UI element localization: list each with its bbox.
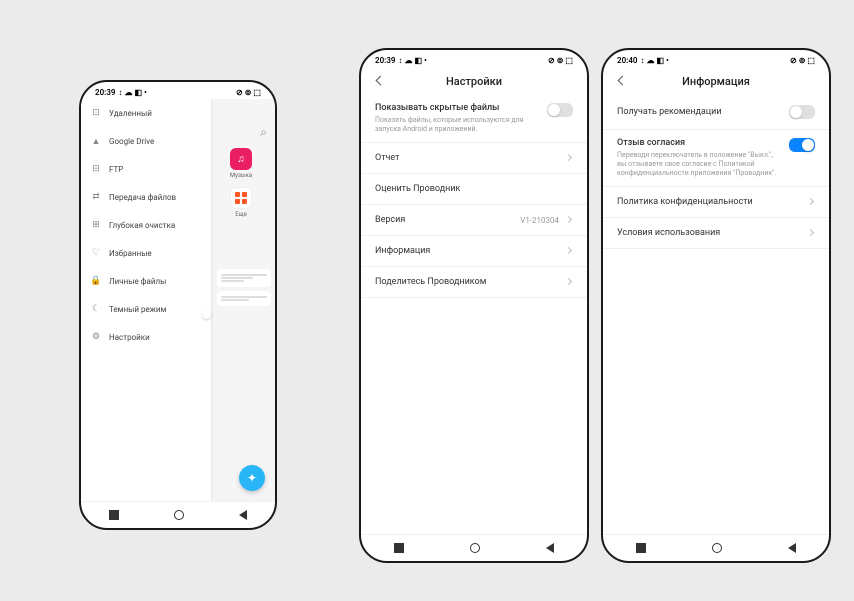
more-tile[interactable]: Еще: [207, 187, 275, 218]
drawer-item-ftp[interactable]: ⊟FTP: [81, 155, 211, 183]
nav-recents[interactable]: [109, 510, 119, 520]
status-bar: 20:39 ↕ ☁ ◧ • ⊘ ⊚ ⬚: [81, 82, 275, 99]
setting-share[interactable]: Поделитесь Проводником: [361, 267, 587, 298]
nav-recents[interactable]: [636, 543, 646, 553]
chevron-right-icon: [565, 278, 573, 286]
more-icon: [230, 187, 252, 209]
drawer-item-settings[interactable]: ⚙Настройки: [81, 323, 211, 351]
status-icons: ↕ ☁ ◧ •: [640, 56, 668, 65]
status-icons: ↕ ☁ ◧ •: [398, 56, 426, 65]
setting-info[interactable]: Информация: [361, 236, 587, 267]
recommendations-toggle[interactable]: [789, 105, 815, 119]
nav-back[interactable]: [546, 543, 554, 553]
drawer-menu: ⊡Удаленный ▲Google Drive ⊟FTP ⇄Передача …: [81, 99, 211, 501]
nav-back[interactable]: [239, 510, 247, 520]
drawer-item-favorites[interactable]: ♡Избранные: [81, 239, 211, 267]
drawer-item-remote[interactable]: ⊡Удаленный: [81, 99, 211, 127]
drawer-item-transfer[interactable]: ⇄Передача файлов: [81, 183, 211, 211]
gdrive-icon: ▲: [91, 136, 101, 146]
setting-consent: Отзыв согласия Переводя переключатель в …: [603, 130, 829, 187]
nav-bar: [603, 534, 829, 561]
setting-rate[interactable]: Оценить Проводник: [361, 174, 587, 205]
nav-home[interactable]: [712, 543, 722, 553]
phone-info: 20:40 ↕ ☁ ◧ • ⊘ ⊚ ⬚ Информация Получать …: [601, 48, 831, 563]
status-right: ⊘ ⊚ ⬚: [548, 56, 573, 65]
chevron-right-icon: [565, 216, 573, 224]
remote-icon: ⊡: [91, 108, 101, 118]
chevron-right-icon: [807, 229, 815, 237]
drawer-item-private[interactable]: 🔒Личные файлы: [81, 267, 211, 295]
status-right: ⊘ ⊚ ⬚: [236, 88, 261, 97]
music-icon: ♫: [230, 148, 252, 170]
status-bar: 20:39 ↕ ☁ ◧ • ⊘ ⊚ ⬚: [361, 50, 587, 67]
nav-back[interactable]: [788, 543, 796, 553]
drawer-item-clean[interactable]: ⊞Глубокая очистка: [81, 211, 211, 239]
moon-icon: ☾: [91, 304, 101, 314]
hidden-files-toggle[interactable]: [547, 103, 573, 117]
phone-drawer: 20:39 ↕ ☁ ◧ • ⊘ ⊚ ⬚ ⌕ ♫ Музыка Еще: [79, 80, 277, 530]
search-icon[interactable]: ⌕: [207, 125, 275, 140]
status-bar: 20:40 ↕ ☁ ◧ • ⊘ ⊚ ⬚: [603, 50, 829, 67]
setting-terms[interactable]: Условия использования: [603, 218, 829, 249]
back-button[interactable]: [615, 74, 629, 88]
phone-settings: 20:39 ↕ ☁ ◧ • ⊘ ⊚ ⬚ Настройки Показывать…: [359, 48, 589, 563]
gear-icon: ⚙: [91, 332, 101, 342]
background-content: ⌕ ♫ Музыка Еще ✦: [207, 99, 275, 501]
setting-hidden-files: Показывать скрытые файлы Показать файлы,…: [361, 95, 587, 143]
nav-recents[interactable]: [394, 543, 404, 553]
nav-home[interactable]: [470, 543, 480, 553]
consent-toggle[interactable]: [789, 138, 815, 152]
status-icons: ↕ ☁ ◧ •: [118, 88, 146, 97]
ftp-icon: ⊟: [91, 164, 101, 174]
clean-icon: ⊞: [91, 220, 101, 230]
page-title: Настройки: [446, 75, 502, 88]
transfer-icon: ⇄: [91, 192, 101, 202]
setting-report[interactable]: Отчет: [361, 143, 587, 174]
chevron-right-icon: [565, 154, 573, 162]
status-time: 20:40: [617, 56, 637, 65]
nav-bar: [361, 534, 587, 561]
back-button[interactable]: [373, 74, 387, 88]
header: Информация: [603, 67, 829, 95]
drawer-item-darkmode[interactable]: ☾Темный режим: [81, 295, 211, 323]
page-title: Информация: [682, 75, 750, 88]
setting-version[interactable]: Версия V1-210304: [361, 205, 587, 236]
heart-icon: ♡: [91, 248, 101, 258]
lock-icon: 🔒: [91, 276, 101, 286]
chevron-right-icon: [807, 198, 815, 206]
music-tile[interactable]: ♫ Музыка: [207, 148, 275, 179]
fab-clean-button[interactable]: ✦: [239, 465, 265, 491]
status-right: ⊘ ⊚ ⬚: [790, 56, 815, 65]
chevron-right-icon: [565, 247, 573, 255]
status-time: 20:39: [375, 56, 395, 65]
nav-home[interactable]: [174, 510, 184, 520]
setting-recommendations: Получать рекомендации: [603, 95, 829, 130]
header: Настройки: [361, 67, 587, 95]
setting-privacy[interactable]: Политика конфиденциальности: [603, 187, 829, 218]
nav-bar: [81, 501, 275, 528]
status-time: 20:39: [95, 88, 115, 97]
drawer-item-gdrive[interactable]: ▲Google Drive: [81, 127, 211, 155]
